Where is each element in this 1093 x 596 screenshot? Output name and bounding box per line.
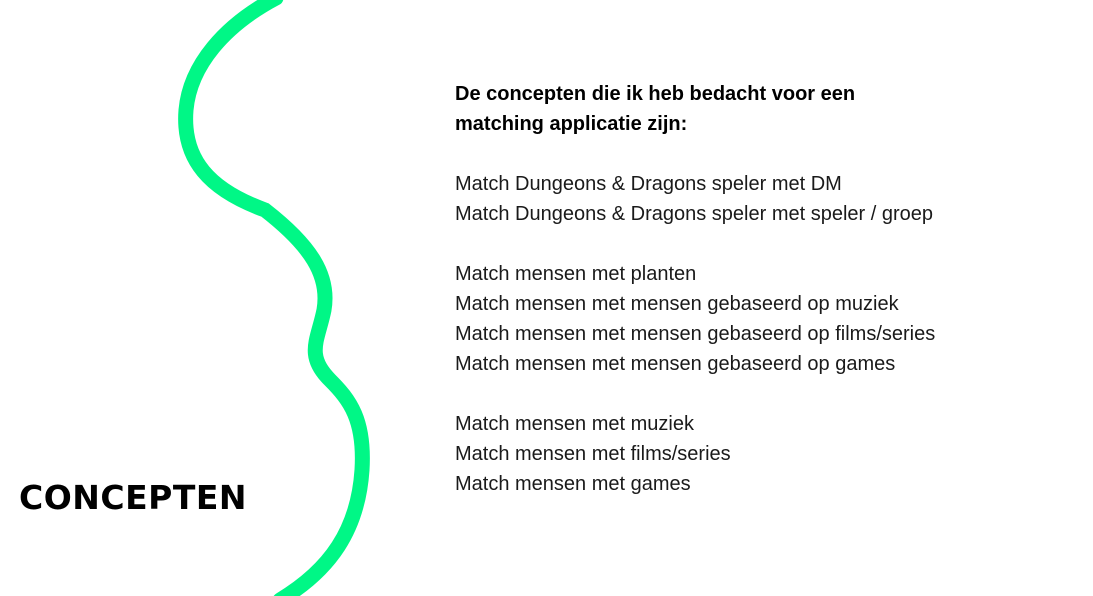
concept-item: Match mensen met planten [455, 263, 697, 285]
concept-item: Match Dungeons & Dragons speler met DM [455, 173, 842, 195]
slide: CONCEPTEN De concepten die ik heb bedach… [0, 0, 1093, 596]
concept-group-people: Match mensen met planten Match mensen me… [455, 259, 1075, 379]
slide-title: CONCEPTEN [19, 478, 248, 517]
concept-item: Match mensen met mensen gebaseerd op fil… [455, 323, 936, 345]
concept-item: Match mensen met games [455, 473, 691, 495]
intro-line: De concepten die ik heb bedacht voor een [455, 83, 856, 105]
intro-line: matching applicatie zijn: [455, 113, 688, 135]
concepts-content: De concepten die ik heb bedacht voor een… [455, 79, 1075, 529]
concept-item: Match mensen met mensen gebaseerd op gam… [455, 353, 896, 375]
concept-item: Match mensen met muziek [455, 413, 694, 435]
intro-text: De concepten die ik heb bedacht voor een… [455, 79, 1075, 139]
concept-item: Match mensen met mensen gebaseerd op muz… [455, 293, 899, 315]
concept-group-dnd: Match Dungeons & Dragons speler met DM M… [455, 169, 1075, 229]
concept-item: Match Dungeons & Dragons speler met spel… [455, 203, 934, 225]
concept-group-media: Match mensen met muziek Match mensen met… [455, 409, 1075, 499]
concept-item: Match mensen met films/series [455, 443, 731, 465]
